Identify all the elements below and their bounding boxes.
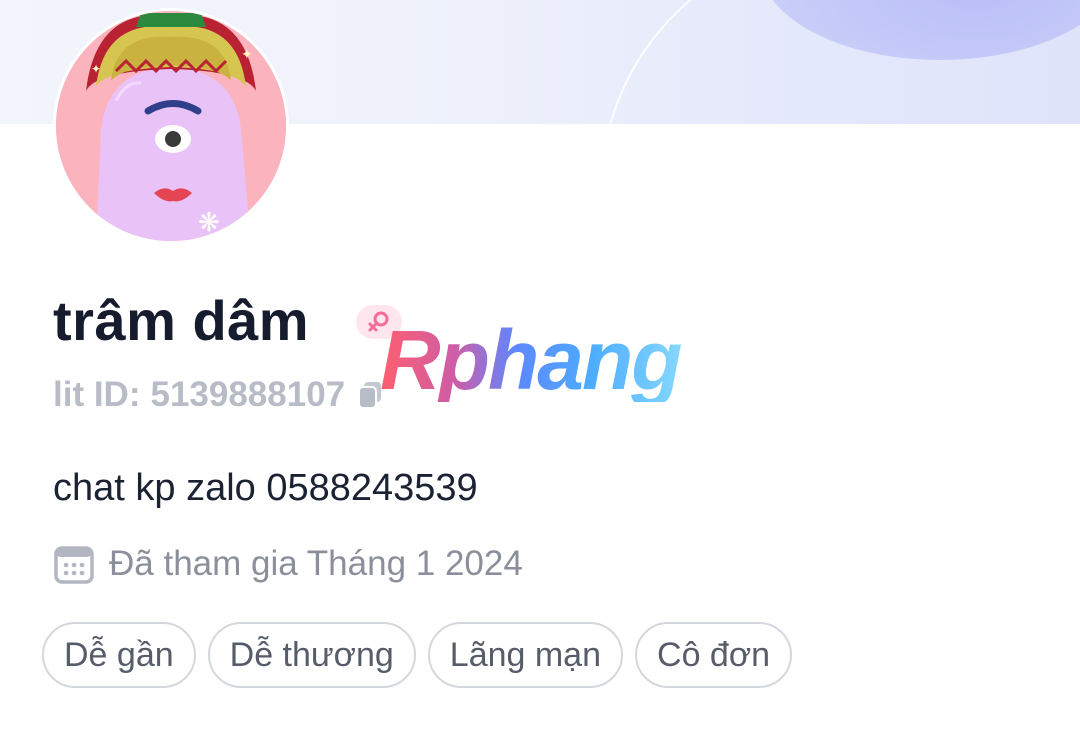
profile-bio: chat kp zalo 0588243539: [53, 467, 478, 509]
watermark-logo: Rphang: [380, 313, 683, 407]
user-id-row: lit ID: 5139888107: [53, 375, 383, 415]
calendar-icon: [54, 546, 94, 584]
interest-tags: Dễ gần Dễ thương Lãng mạn Cô đơn: [42, 622, 793, 688]
user-id-label: lit ID:: [53, 375, 141, 414]
svg-text:❋: ❋: [198, 208, 220, 238]
interest-tag[interactable]: Dễ gần: [42, 622, 196, 688]
svg-text:✦: ✦: [241, 47, 253, 63]
interest-tag[interactable]: Cô đơn: [635, 622, 793, 688]
joined-date: Đã tham gia Tháng 1 2024: [109, 544, 523, 583]
interest-tag[interactable]: Lãng mạn: [427, 622, 624, 688]
svg-text:✦: ✦: [91, 62, 101, 76]
avatar-illustration: ✦ ✦ ❋: [56, 11, 286, 241]
user-id-value: 5139888107: [150, 375, 346, 414]
joined-row: Đã tham gia Tháng 1 2024: [53, 543, 523, 585]
cover-arc: [560, 0, 1080, 124]
interest-tag[interactable]: Dễ thương: [207, 622, 416, 688]
avatar[interactable]: ✦ ✦ ❋: [53, 8, 289, 244]
profile-name: trâm dâm: [53, 289, 310, 352]
